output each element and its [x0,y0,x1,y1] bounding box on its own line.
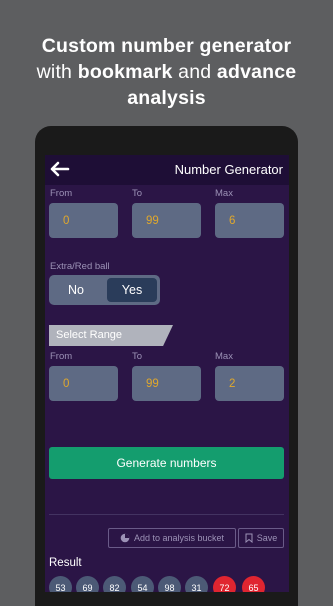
save-button[interactable]: Save [238,528,284,548]
add-to-analysis-label: Add to analysis bucket [133,533,225,543]
extra-result-ball: 72 [213,576,236,592]
save-label: Save [256,533,278,543]
arrow-left-icon[interactable] [49,159,71,179]
select-range-header: Select Range [49,325,173,346]
to-label-2: To [132,351,143,362]
toggle-no-option[interactable]: No [49,275,103,305]
app-bar: Number Generator [45,155,289,185]
result-ball: 54 [131,576,154,592]
add-to-analysis-button[interactable]: Add to analysis bucket [108,528,236,548]
promo-advance-word: advance [216,61,297,83]
bookmark-icon [245,533,253,543]
promo-headline: Custom number generator with bookmark an… [0,33,333,111]
max-input-2[interactable]: 2 [215,366,284,401]
divider [49,514,284,515]
result-ball: 53 [49,576,72,592]
extra-result-ball: 65 [242,576,265,592]
promo-line-2-pre: with [36,61,78,83]
result-label: Result [49,557,82,569]
from-input-2[interactable]: 0 [49,366,118,401]
app-screen: Number Generator From To Max 0 99 6 Extr… [45,155,289,592]
to-input-1[interactable]: 99 [132,203,201,238]
promo-line-2-mid: and [172,61,217,83]
max-label-1: Max [215,188,233,199]
from-label-1: From [50,188,73,199]
extra-ball-toggle: No Yes [49,275,160,305]
extra-ball-label: Extra/Red ball [50,261,110,272]
toggle-yes-option[interactable]: Yes [107,278,157,302]
promo-line-3: analysis [127,87,206,109]
select-range-label: Select Range [56,329,123,341]
result-ball: 98 [158,576,181,592]
page-title: Number Generator [174,162,283,177]
result-ball: 82 [103,576,126,592]
max-input-1[interactable]: 6 [215,203,284,238]
result-ball: 69 [76,576,99,592]
promo-bookmark-word: bookmark [77,61,173,83]
to-input-2[interactable]: 99 [132,366,201,401]
result-ball: 31 [185,576,208,592]
pie-chart-icon [120,533,130,543]
promo-line-2: with bookmark and advance [0,59,333,85]
max-label-2: Max [215,351,233,362]
generate-numbers-button[interactable]: Generate numbers [49,447,284,479]
from-input-1[interactable]: 0 [49,203,118,238]
to-label-1: To [132,188,143,199]
from-label-2: From [50,351,73,362]
promo-line-1: Custom number generator [41,35,292,57]
